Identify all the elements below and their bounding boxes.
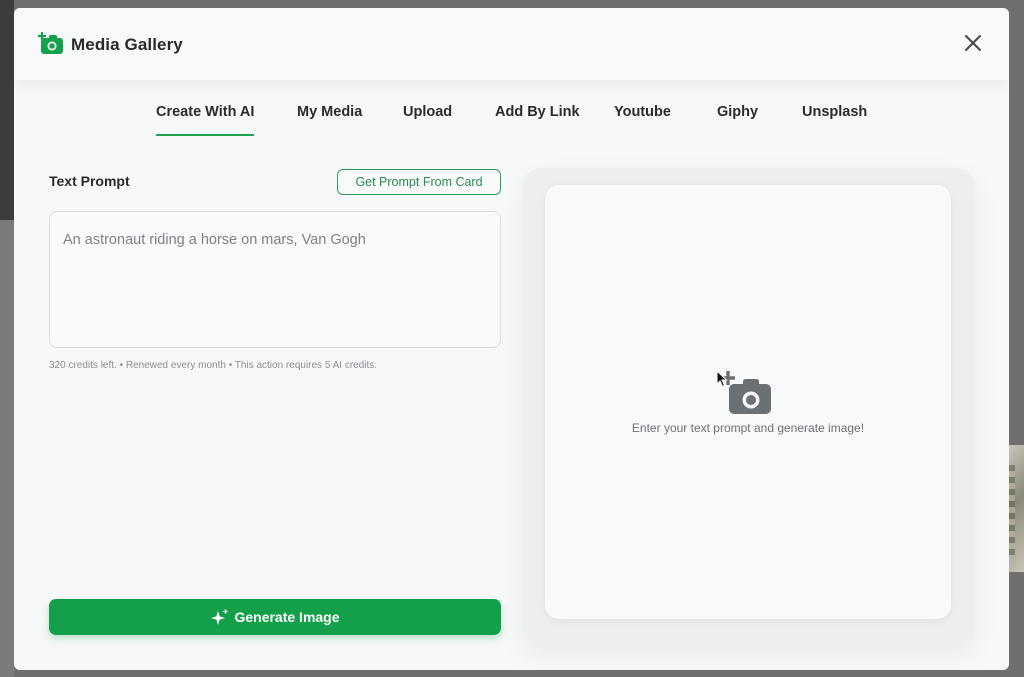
get-prompt-from-card-button[interactable]: Get Prompt From Card — [337, 169, 501, 195]
modal-header: Media Gallery — [14, 8, 1009, 80]
tab-upload[interactable]: Upload — [403, 104, 452, 138]
generate-image-label: Generate Image — [234, 609, 340, 625]
tab-create-with-ai[interactable]: Create With AI — [156, 104, 255, 138]
generate-image-button[interactable]: Generate Image — [49, 599, 501, 635]
credits-note: 320 credits left. • Renewed every month … — [49, 360, 378, 371]
tab-bar: Create With AI My Media Upload Add By Li… — [14, 104, 1009, 140]
tab-add-by-link[interactable]: Add By Link — [495, 104, 580, 138]
tab-giphy[interactable]: Giphy — [717, 104, 758, 138]
text-prompt-input[interactable] — [49, 211, 501, 348]
camera-plus-icon — [38, 32, 63, 54]
sparkles-icon — [211, 608, 229, 625]
tab-youtube[interactable]: Youtube — [614, 104, 671, 138]
preview-empty-text: Enter your text prompt and generate imag… — [631, 421, 865, 435]
media-gallery-modal: Media Gallery Create With AI My Media Up… — [14, 8, 1009, 670]
text-prompt-label: Text Prompt — [49, 173, 130, 189]
close-icon[interactable] — [961, 31, 985, 55]
mouse-cursor-icon — [716, 370, 728, 388]
modal-title: Media Gallery — [71, 35, 183, 54]
tab-my-media[interactable]: My Media — [297, 104, 362, 138]
background-app — [0, 0, 14, 677]
tab-unsplash[interactable]: Unsplash — [802, 104, 867, 138]
